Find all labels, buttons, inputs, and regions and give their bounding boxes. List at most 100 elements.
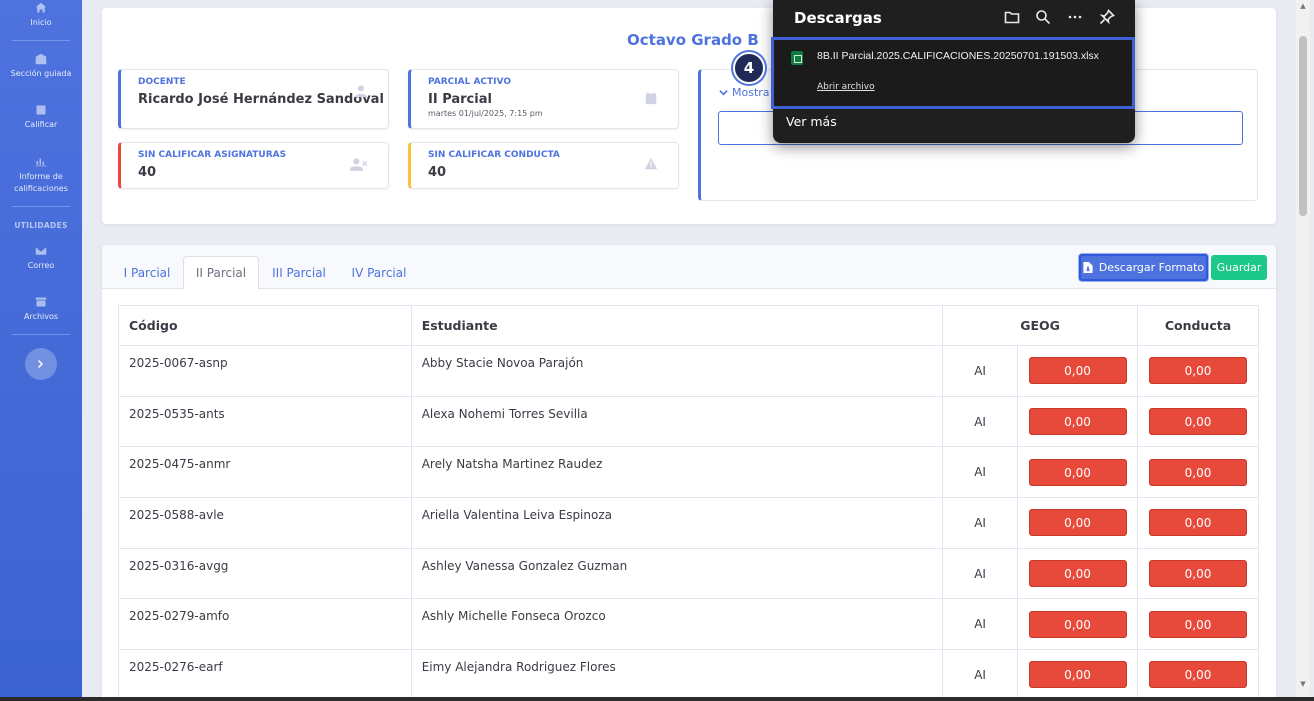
stat-value: 40 xyxy=(138,165,157,180)
conduct-grade-button[interactable]: 0,00 xyxy=(1148,560,1247,588)
user-icon xyxy=(354,85,368,98)
conduct-grade-button[interactable]: 0,00 xyxy=(1148,509,1247,537)
sidebar-item-archivos[interactable]: Archivos xyxy=(0,296,82,321)
chevron-right-icon xyxy=(38,360,43,368)
archive-icon xyxy=(35,297,47,307)
window-bottom-edge xyxy=(0,697,1314,701)
geog-grade-button[interactable]: 0,00 xyxy=(1028,610,1127,638)
conduct-grade-button[interactable]: 0,00 xyxy=(1148,661,1247,689)
sidebar-item-seccion-guiada[interactable]: Sección guiada xyxy=(0,53,82,78)
sidebar-item-correo[interactable]: Correo xyxy=(0,245,82,270)
page-scrollbar[interactable]: ▲ ▼ xyxy=(1296,0,1310,697)
table-row: 2025-0067-asnp Abby Stacie Novoa Parajón… xyxy=(118,345,1260,397)
geog-grade-button[interactable]: 0,00 xyxy=(1028,509,1127,537)
table-row: 2025-0588-avle Ariella Valentina Leiva E… xyxy=(118,497,1260,549)
student-name: Arely Natsha Martinez Raudez xyxy=(410,446,944,499)
ai-label: AI xyxy=(942,547,1019,600)
filter-toggle-label: Mostra xyxy=(732,86,770,99)
sidebar: Inicio Sección guiada Calificar Informe … xyxy=(0,0,82,697)
tab-ii-parcial[interactable]: II Parcial xyxy=(183,256,259,290)
table-header-row: Código Estudiante GEOG Conducta xyxy=(118,305,1260,346)
chevron-down-icon xyxy=(719,90,728,96)
sidebar-item-label: Archivos xyxy=(23,312,59,321)
calendar-icon xyxy=(645,91,657,105)
tab-iii-parcial[interactable]: III Parcial xyxy=(262,256,336,290)
sidebar-toggle-button[interactable] xyxy=(25,348,57,380)
sidebar-divider xyxy=(12,206,70,207)
sidebar-item-calificar[interactable]: Calificar xyxy=(0,104,82,129)
geog-grade-button[interactable]: 0,00 xyxy=(1028,357,1127,385)
student-code: 2025-0475-anmr xyxy=(118,446,412,499)
more-options-icon[interactable] xyxy=(1067,9,1083,25)
sidebar-divider xyxy=(12,334,70,335)
grade-title: Octavo Grado B xyxy=(627,31,759,49)
see-more-link[interactable]: Ver más xyxy=(786,114,837,129)
stat-value: Ricardo José Hernández Sandoval xyxy=(138,92,384,107)
table-row: 2025-0475-anmr Arely Natsha Martinez Rau… xyxy=(118,446,1260,499)
table-row: 2025-0279-amfo Ashly Michelle Fonseca Or… xyxy=(118,598,1260,651)
geog-grade-button[interactable]: 0,00 xyxy=(1028,408,1127,436)
geog-grade-button[interactable]: 0,00 xyxy=(1028,560,1127,588)
ai-label: AI xyxy=(942,345,1019,397)
stat-value: II Parcial xyxy=(428,92,492,107)
excel-file-icon xyxy=(791,51,803,65)
conduct-grade-button[interactable]: 0,00 xyxy=(1148,458,1247,486)
table-row: 2025-0276-earf Eimy Alejandra Rodriguez … xyxy=(118,649,1260,701)
folder-icon[interactable] xyxy=(1004,9,1020,25)
stat-label: DOCENTE xyxy=(138,77,186,87)
scroll-down-icon[interactable]: ▼ xyxy=(1299,680,1307,688)
file-download-icon xyxy=(1083,262,1093,273)
student-name: Ariella Valentina Leiva Espinoza xyxy=(410,497,944,549)
downloads-title: Descargas xyxy=(794,9,882,27)
ai-label: AI xyxy=(942,395,1019,448)
search-icon[interactable] xyxy=(1035,9,1051,25)
student-code: 2025-0535-ants xyxy=(118,395,412,448)
envelope-icon xyxy=(35,247,47,255)
download-item[interactable]: 8B.II Parcial.2025.CALIFICACIONES.202507… xyxy=(771,37,1135,109)
stat-sin-calificar-asignaturas: SIN CALIFICAR ASIGNATURAS 40 xyxy=(118,142,389,189)
open-file-link[interactable]: Abrir archivo xyxy=(817,82,875,92)
student-name: Ashly Michelle Fonseca Orozco xyxy=(410,598,944,651)
pin-icon[interactable] xyxy=(1099,9,1115,25)
sidebar-item-label: Informe de calificaciones xyxy=(14,172,68,193)
tab-iv-parcial[interactable]: IV Parcial xyxy=(342,256,416,290)
stat-label: SIN CALIFICAR CONDUCTA xyxy=(428,150,560,160)
user-times-icon xyxy=(350,158,368,171)
conduct-grade-button[interactable]: 0,00 xyxy=(1148,408,1247,436)
sidebar-item-informe[interactable]: Informe de calificaciones xyxy=(8,155,74,195)
tab-i-parcial[interactable]: I Parcial xyxy=(112,256,182,290)
conduct-grade-button[interactable]: 0,00 xyxy=(1148,610,1247,638)
scroll-thumb[interactable] xyxy=(1299,36,1307,216)
download-format-label: Descargar Formato xyxy=(1098,261,1205,274)
table-row: 2025-0535-ants Alexa Nohemi Torres Sevil… xyxy=(118,395,1260,448)
sidebar-heading: UTILIDADES xyxy=(14,221,68,230)
save-button[interactable]: Guardar xyxy=(1211,255,1267,280)
stat-label: PARCIAL ACTIVO xyxy=(428,77,511,87)
stat-sub: martes 01/jul/2025, 7:15 pm xyxy=(428,109,543,118)
sidebar-item-label: Calificar xyxy=(24,120,58,129)
table-row: 2025-0316-avgg Ashley Vanessa Gonzalez G… xyxy=(118,547,1260,600)
student-name: Abby Stacie Novoa Parajón xyxy=(410,345,944,397)
header-student: Estudiante xyxy=(410,305,944,346)
sidebar-divider xyxy=(12,40,70,41)
student-code: 2025-0067-asnp xyxy=(118,345,412,397)
download-format-button[interactable]: Descargar Formato xyxy=(1079,254,1208,281)
grades-table: Código Estudiante GEOG Conducta 2025-006… xyxy=(118,305,1260,701)
conduct-grade-button[interactable]: 0,00 xyxy=(1148,357,1247,385)
student-code: 2025-0279-amfo xyxy=(118,598,412,651)
geog-grade-button[interactable]: 0,00 xyxy=(1028,458,1127,486)
sidebar-item-label: Correo xyxy=(27,261,55,270)
filter-toggle[interactable]: Mostra xyxy=(719,86,770,99)
warning-icon xyxy=(644,157,658,170)
ai-label: AI xyxy=(942,649,1019,701)
stat-sin-calificar-conducta: SIN CALIFICAR CONDUCTA 40 xyxy=(408,142,679,189)
sidebar-item-inicio[interactable]: Inicio xyxy=(0,2,82,27)
stat-docente: DOCENTE Ricardo José Hernández Sandoval xyxy=(118,69,389,129)
student-code: 2025-0588-avle xyxy=(118,497,412,549)
grades-card: I Parcial II Parcial III Parcial IV Parc… xyxy=(102,245,1276,701)
geog-grade-button[interactable]: 0,00 xyxy=(1028,661,1127,689)
stat-parcial-activo: PARCIAL ACTIVO II Parcial martes 01/jul/… xyxy=(408,69,679,129)
chart-icon xyxy=(35,158,47,167)
header-conduct: Conducta xyxy=(1136,305,1260,346)
scroll-up-icon[interactable]: ▲ xyxy=(1299,2,1307,10)
